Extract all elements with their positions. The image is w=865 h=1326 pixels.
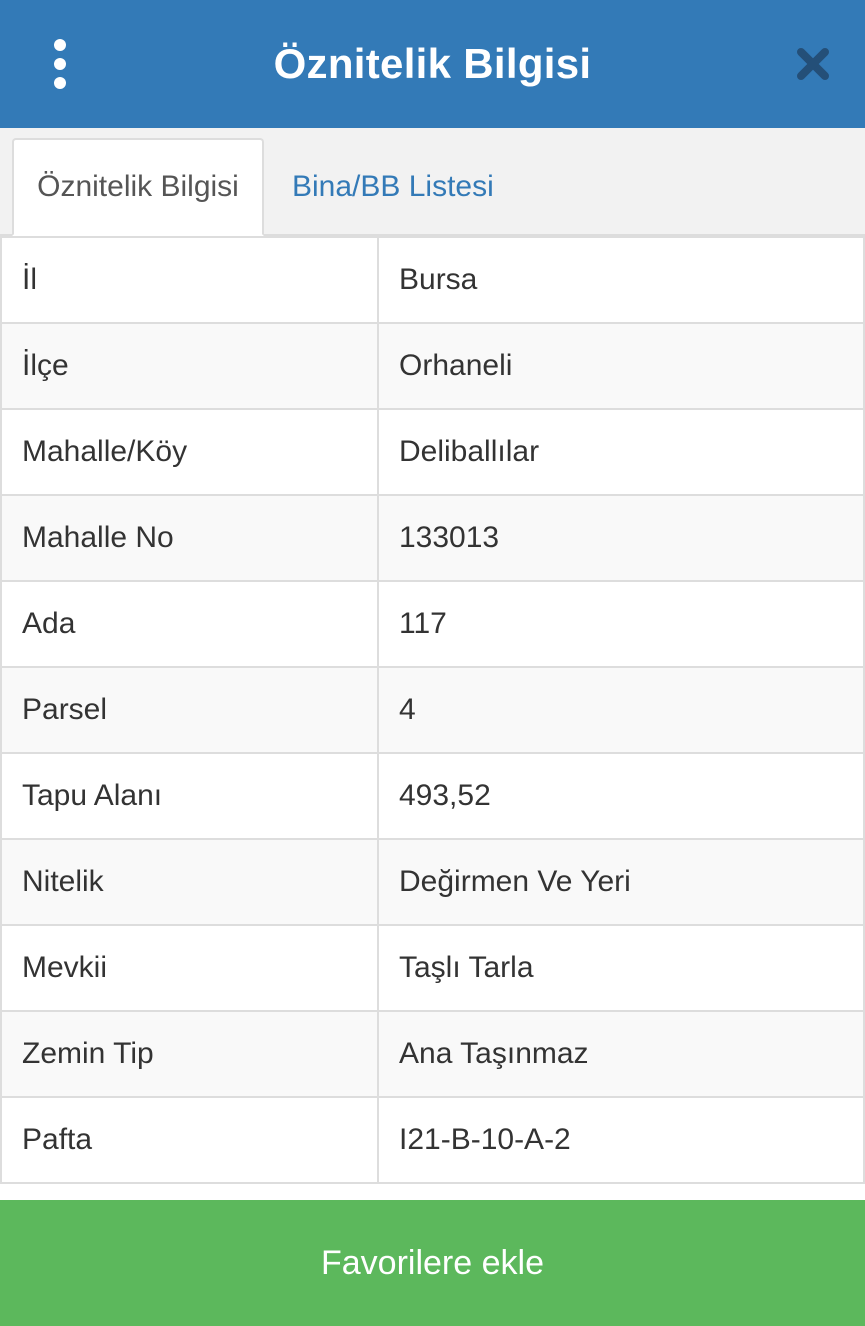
row-key-mahalle-no: Mahalle No (0, 494, 379, 582)
row-key-il: İl (0, 236, 379, 324)
row-key-tapu-alani: Tapu Alanı (0, 752, 379, 840)
close-icon (797, 48, 829, 80)
table-row: Mevkii Taşlı Tarla (0, 924, 865, 1012)
row-key-mevkii: Mevkii (0, 924, 379, 1012)
row-key-ilce: İlçe (0, 322, 379, 410)
menu-button[interactable] (38, 34, 82, 94)
row-value-mevkii: Taşlı Tarla (377, 924, 865, 1012)
table-row: Nitelik Değirmen Ve Yeri (0, 838, 865, 926)
row-key-ada: Ada (0, 580, 379, 668)
table-row: Parsel 4 (0, 666, 865, 754)
row-value-mahalle-no: 133013 (377, 494, 865, 582)
table-row: Mahalle No 133013 (0, 494, 865, 582)
row-value-zemin-tip: Ana Taşınmaz (377, 1010, 865, 1098)
tab-bar: Öznitelik Bilgisi Bina/BB Listesi (0, 128, 865, 236)
table-row: Ada 117 (0, 580, 865, 668)
page-title: Öznitelik Bilgisi (273, 40, 592, 87)
row-value-mahalle-koy: Deliballılar (377, 408, 865, 496)
row-value-nitelik: Değirmen Ve Yeri (377, 838, 865, 926)
add-to-favorites-button[interactable]: Favorilere ekle (0, 1200, 865, 1326)
row-value-pafta: I21-B-10-A-2 (377, 1096, 865, 1184)
attribute-table: İl Bursa İlçe Orhaneli Mahalle/Köy Delib… (0, 236, 865, 1184)
tab-oznitelik-bilgisi[interactable]: Öznitelik Bilgisi (12, 138, 264, 236)
vertical-dots-icon-dot (54, 58, 66, 70)
row-value-parsel: 4 (377, 666, 865, 754)
row-key-nitelik: Nitelik (0, 838, 379, 926)
vertical-dots-icon-dot (54, 77, 66, 89)
row-value-ada: 117 (377, 580, 865, 668)
table-row: Mahalle/Köy Deliballılar (0, 408, 865, 496)
row-key-mahalle-koy: Mahalle/Köy (0, 408, 379, 496)
row-key-zemin-tip: Zemin Tip (0, 1010, 379, 1098)
header-bar: Öznitelik Bilgisi (0, 0, 865, 128)
tab-bina-bb-listesi[interactable]: Bina/BB Listesi (264, 138, 494, 236)
table-row: Zemin Tip Ana Taşınmaz (0, 1010, 865, 1098)
row-key-pafta: Pafta (0, 1096, 379, 1184)
close-button[interactable] (791, 42, 835, 86)
row-value-il: Bursa (377, 236, 865, 324)
table-row: Pafta I21-B-10-A-2 (0, 1096, 865, 1184)
row-value-tapu-alani: 493,52 (377, 752, 865, 840)
table-row: İl Bursa (0, 236, 865, 324)
row-value-ilce: Orhaneli (377, 322, 865, 410)
table-row: İlçe Orhaneli (0, 322, 865, 410)
vertical-dots-icon (54, 39, 66, 51)
table-row: Tapu Alanı 493,52 (0, 752, 865, 840)
row-key-parsel: Parsel (0, 666, 379, 754)
